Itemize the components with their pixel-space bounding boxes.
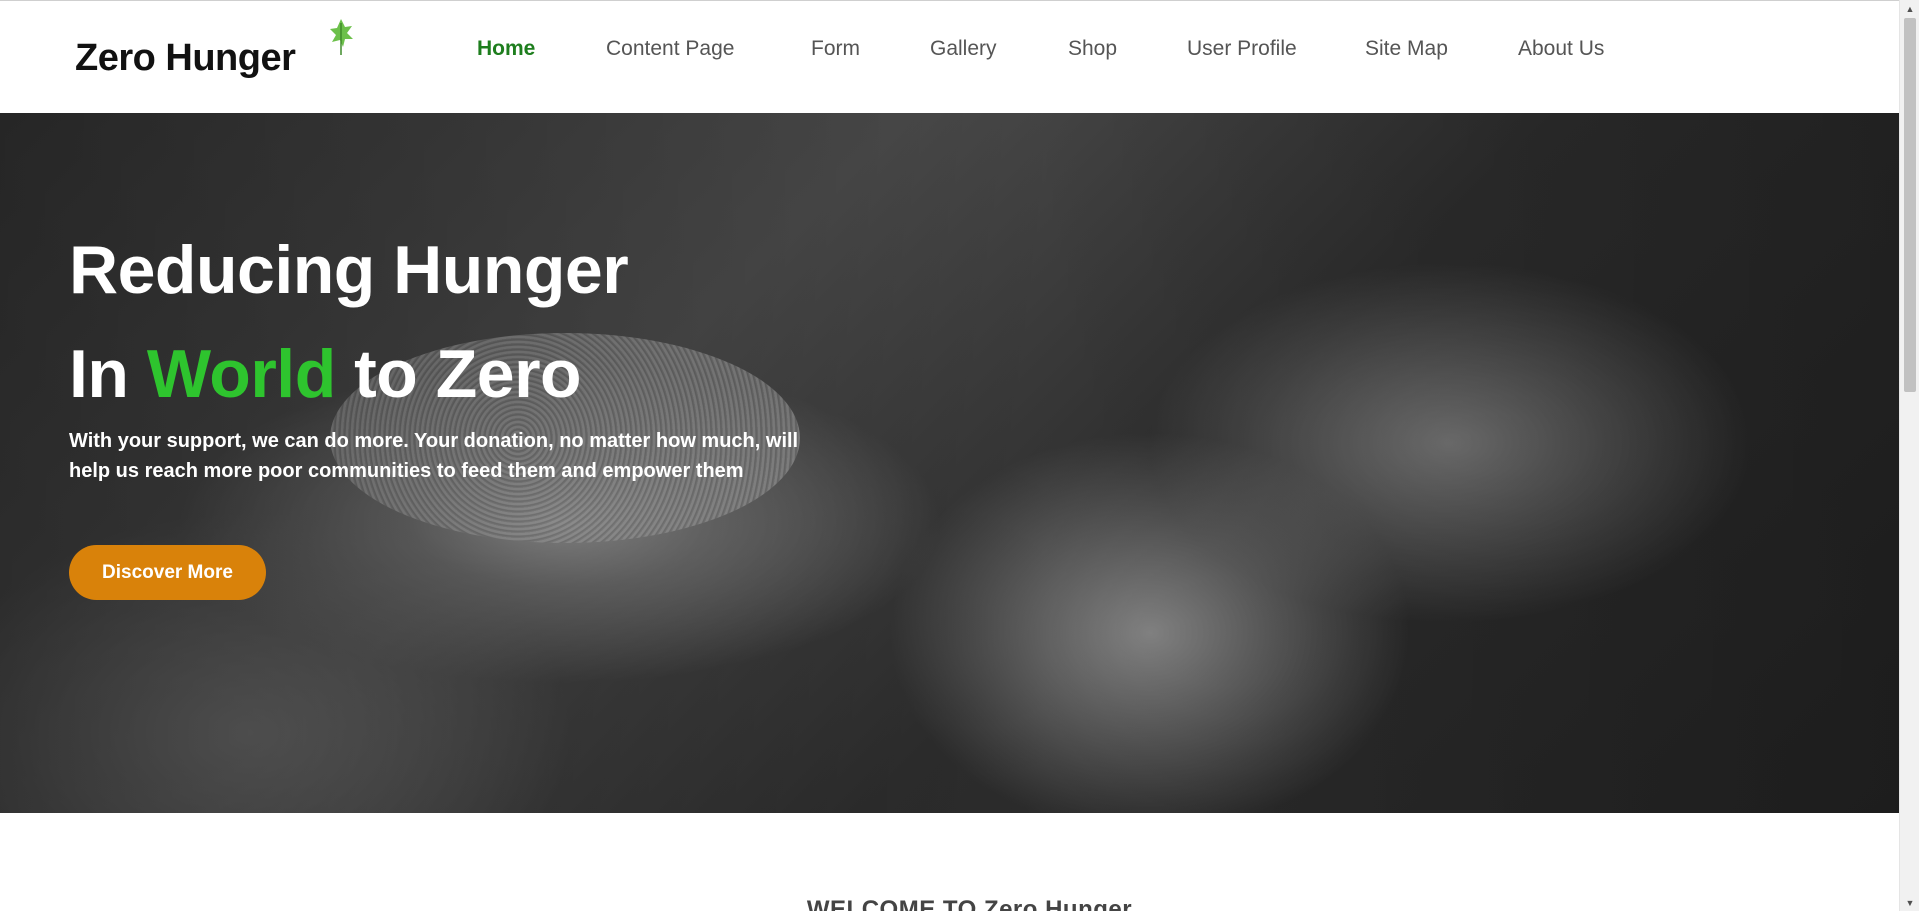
welcome-heading: WELCOME TO Zero Hunger bbox=[806, 896, 1133, 911]
hero-title-prefix: In bbox=[69, 336, 129, 412]
site-logo[interactable]: Zero Hunger bbox=[75, 37, 296, 80]
nav-gallery[interactable]: Gallery bbox=[930, 37, 997, 61]
site-header: Zero Hunger Home Content Page Form Galle… bbox=[0, 1, 1899, 113]
nav-about-us[interactable]: About Us bbox=[1518, 37, 1604, 61]
hero-title-suffix: to Zero bbox=[354, 336, 582, 412]
hero-title-line2: In World to Zero bbox=[69, 335, 582, 413]
hero-description: With your support, we can do more. Your … bbox=[69, 430, 799, 482]
nav-content-page[interactable]: Content Page bbox=[606, 37, 734, 61]
scroll-up-arrow-icon[interactable]: ▲ bbox=[1900, 0, 1919, 17]
nav-user-profile[interactable]: User Profile bbox=[1187, 37, 1297, 61]
hero-title-highlight: World bbox=[146, 336, 336, 412]
scrollbar-thumb[interactable] bbox=[1904, 18, 1916, 392]
hero-title-line1: Reducing Hunger bbox=[69, 232, 629, 308]
nav-site-map[interactable]: Site Map bbox=[1365, 37, 1448, 61]
hero-banner: Reducing Hunger In World to Zero With yo… bbox=[0, 113, 1899, 813]
vertical-scrollbar[interactable]: ▲ ▼ bbox=[1899, 0, 1919, 911]
nav-form[interactable]: Form bbox=[811, 37, 860, 61]
discover-more-button[interactable]: Discover More bbox=[69, 545, 266, 600]
page: Zero Hunger Home Content Page Form Galle… bbox=[0, 0, 1899, 911]
nav-home[interactable]: Home bbox=[477, 37, 535, 61]
scroll-down-arrow-icon[interactable]: ▼ bbox=[1900, 894, 1919, 911]
leaf-icon bbox=[330, 19, 353, 55]
nav-shop[interactable]: Shop bbox=[1068, 37, 1117, 61]
